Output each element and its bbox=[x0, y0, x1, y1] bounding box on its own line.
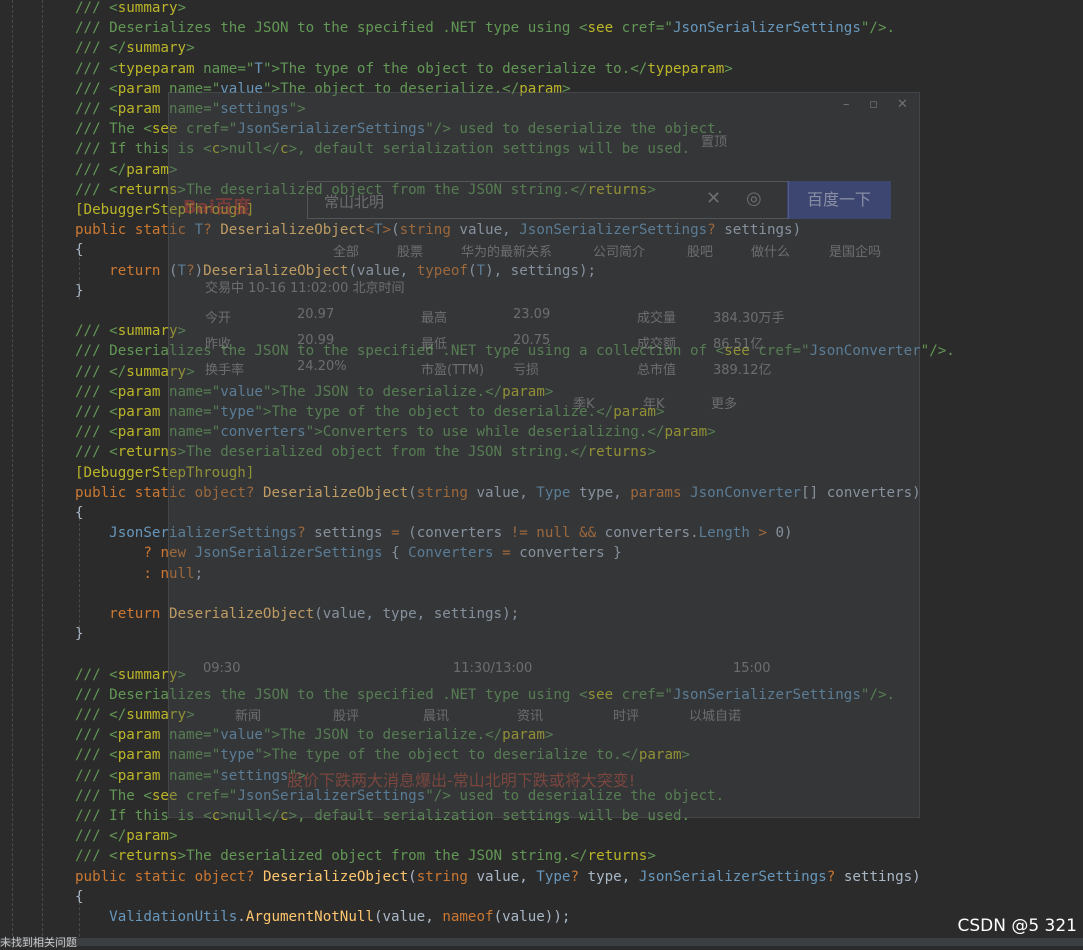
stat-cell: 20.99 bbox=[297, 333, 335, 348]
search-tab: 华为的最新关系 bbox=[461, 245, 553, 260]
gutter-guide bbox=[12, 0, 13, 946]
stat-cell: 市盈(TTM) bbox=[421, 363, 485, 378]
editor-gutter bbox=[0, 0, 66, 946]
stat-cell: 最高 bbox=[421, 311, 448, 326]
code-line[interactable]: /// <returns>The deserialized object fro… bbox=[75, 846, 656, 866]
period-tab: 季K bbox=[573, 397, 595, 412]
stat-cell: 今开 bbox=[205, 311, 232, 326]
news-tab: 以城自诺 bbox=[689, 709, 742, 724]
search-tab: 是国企吗 bbox=[829, 245, 882, 260]
search-value: 常山北明 bbox=[324, 193, 385, 211]
news-tab: 时评 bbox=[613, 709, 640, 724]
status-bar bbox=[0, 938, 1083, 946]
stat-cell: 384.30万手 bbox=[713, 311, 785, 326]
news-tab: 新闻 bbox=[235, 709, 262, 724]
news-tab: 晨讯 bbox=[423, 709, 450, 724]
code-line[interactable]: /// </param> bbox=[75, 160, 178, 180]
code-line[interactable]: } bbox=[75, 281, 84, 301]
code-line[interactable]: /// Deserializes the JSON to the specifi… bbox=[75, 18, 895, 38]
baidu-logo: Bai百度 bbox=[183, 197, 252, 218]
period-tab: 年K bbox=[643, 397, 665, 412]
news-tab: 资讯 bbox=[517, 709, 544, 724]
stat-cell: 20.97 bbox=[297, 307, 335, 322]
browser-window-overlay: – ▫ ✕ 置顶 Bai百度 常山北明 ✕ ◎ 百度一下 全部 股票 华为的最新关系… bbox=[168, 92, 920, 818]
stat-cell: 最低 bbox=[421, 337, 448, 352]
clear-icon[interactable]: ✕ bbox=[706, 188, 721, 209]
code-line[interactable]: /// </param> bbox=[75, 826, 178, 846]
code-line[interactable]: /// <summary> bbox=[75, 0, 186, 18]
code-line[interactable]: } bbox=[75, 624, 84, 644]
code-line[interactable]: /// <typeparam name="T">The type of the … bbox=[75, 59, 733, 79]
stat-cell: 成交额 bbox=[637, 337, 677, 352]
stat-cell: 换手率 bbox=[205, 363, 245, 378]
close-icon[interactable]: ✕ bbox=[897, 97, 908, 112]
minimize-icon[interactable]: – bbox=[843, 97, 850, 112]
gutter-guide bbox=[42, 0, 43, 946]
stat-cell: 389.12亿 bbox=[713, 363, 772, 378]
code-line[interactable]: /// </summary> bbox=[75, 38, 195, 58]
status-message: 未找到相关问题 bbox=[0, 936, 77, 949]
code-line[interactable]: public static object? DeserializeObject(… bbox=[75, 867, 921, 887]
stat-cell: 86.51亿 bbox=[713, 337, 764, 352]
code-line[interactable]: { bbox=[75, 503, 84, 523]
search-tab: 全部 bbox=[333, 245, 360, 260]
search-tab: 股票 bbox=[397, 245, 424, 260]
trade-time: 交易中 10-16 11:02:00 北京时间 bbox=[205, 281, 405, 296]
search-input[interactable]: 常山北明 ✕ ◎ bbox=[307, 181, 789, 219]
news-headline[interactable]: 股价下跌两大消息爆出-常山北明下跌或将大突变! bbox=[287, 767, 635, 791]
csdn-watermark: CSDN @5 321 bbox=[957, 916, 1077, 936]
stat-cell: 成交量 bbox=[637, 311, 677, 326]
search-tab: 做什么 bbox=[751, 245, 791, 260]
camera-icon[interactable]: ◎ bbox=[746, 188, 762, 209]
stat-cell: 总市值 bbox=[637, 363, 677, 378]
stat-cell: 24.20% bbox=[297, 359, 347, 374]
code-line[interactable]: { bbox=[75, 887, 84, 907]
stat-cell: 20.75 bbox=[513, 333, 551, 348]
maximize-icon[interactable]: ▫ bbox=[869, 97, 878, 112]
stat-cell: 亏损 bbox=[513, 363, 540, 378]
code-line[interactable]: { bbox=[75, 240, 84, 260]
search-tab: 公司简介 bbox=[593, 245, 646, 260]
stat-cell: 昨收 bbox=[205, 337, 232, 352]
period-tab: 更多 bbox=[711, 397, 738, 412]
stat-cell: 23.09 bbox=[513, 307, 551, 322]
news-tab: 股评 bbox=[333, 709, 360, 724]
time-label: 15:00 bbox=[733, 661, 771, 676]
search-tab: 股吧 bbox=[687, 245, 714, 260]
time-label: 11:30/13:00 bbox=[453, 661, 533, 676]
pin-label[interactable]: 置顶 bbox=[701, 131, 727, 150]
code-line[interactable]: ValidationUtils.ArgumentNotNull(value, n… bbox=[75, 907, 570, 927]
search-button[interactable]: 百度一下 bbox=[787, 181, 891, 219]
time-label: 09:30 bbox=[203, 661, 241, 676]
